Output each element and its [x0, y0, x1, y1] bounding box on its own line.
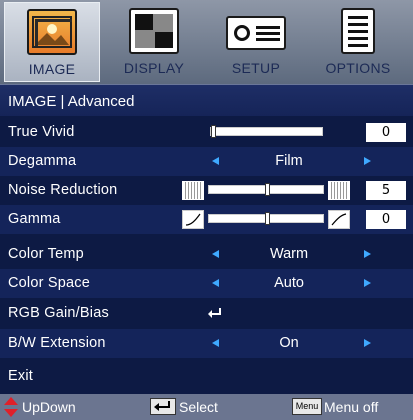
row-noise-reduction[interactable]: Noise Reduction 5: [0, 176, 413, 205]
slider-thumb[interactable]: [265, 183, 270, 196]
row-label: True Vivid: [8, 124, 75, 140]
row-bw-extension[interactable]: B/W Extension On: [0, 329, 413, 358]
right-arrow-icon[interactable]: [364, 157, 371, 165]
row-label: Color Temp: [8, 246, 84, 262]
menu-key-icon: Menu: [292, 398, 322, 415]
slider-thumb[interactable]: [211, 125, 216, 138]
row-label: B/W Extension: [8, 335, 106, 351]
true-vivid-value: 0: [366, 123, 406, 142]
gamma-high-icon: [328, 210, 350, 229]
tab-label: DISPLAY: [123, 60, 185, 76]
row-label: RGB Gain/Bias: [8, 305, 109, 321]
footer-hints: UpDown Select Menu Menu off: [0, 394, 413, 420]
noise-high-icon: [328, 181, 350, 200]
enter-icon[interactable]: [208, 308, 222, 319]
noise-reduction-slider[interactable]: [208, 183, 324, 196]
page-header: IMAGE | Advanced: [0, 84, 413, 116]
exit-label: Exit: [8, 368, 33, 384]
color-space-value: Auto: [274, 275, 304, 291]
tab-label: SETUP: [231, 60, 281, 76]
projector-icon: [226, 16, 286, 50]
display-icon: [129, 8, 179, 54]
row-label: Gamma: [8, 211, 61, 227]
row-label: Noise Reduction: [8, 182, 118, 198]
enter-key-icon: [150, 398, 176, 415]
true-vivid-slider[interactable]: [210, 125, 323, 138]
gamma-value: 0: [366, 210, 406, 229]
select-hint: Select: [179, 399, 218, 415]
right-arrow-icon[interactable]: [364, 250, 371, 258]
tab-image[interactable]: IMAGE: [4, 2, 100, 82]
row-gamma[interactable]: Gamma 0: [0, 205, 413, 234]
row-label: Degamma: [8, 153, 77, 169]
row-true-vivid[interactable]: True Vivid 0: [0, 118, 413, 147]
updown-arrows-icon: [4, 397, 18, 417]
image-icon: [27, 9, 77, 55]
row-exit[interactable]: Exit: [0, 362, 413, 391]
slider-thumb[interactable]: [265, 212, 270, 225]
menu-off-hint: Menu off: [324, 399, 379, 415]
tab-options[interactable]: OPTIONS: [310, 2, 406, 82]
row-label: Color Space: [8, 275, 90, 291]
options-icon: [341, 8, 375, 54]
color-temp-value: Warm: [269, 246, 309, 262]
noise-low-icon: [182, 181, 204, 200]
gamma-low-icon: [182, 210, 204, 229]
right-arrow-icon[interactable]: [364, 279, 371, 287]
right-arrow-icon[interactable]: [364, 339, 371, 347]
tab-label: IMAGE: [28, 61, 76, 77]
tab-label: OPTIONS: [325, 60, 391, 76]
menu-tabs: IMAGE DISPLAY SETUP OPTIONS: [0, 0, 413, 84]
row-color-space[interactable]: Color Space Auto: [0, 269, 413, 298]
tab-display[interactable]: DISPLAY: [106, 2, 202, 82]
bw-extension-value: On: [279, 335, 299, 351]
tab-setup[interactable]: SETUP: [208, 2, 304, 82]
gamma-slider[interactable]: [208, 212, 324, 225]
row-rgb-gain-bias[interactable]: RGB Gain/Bias: [0, 299, 413, 328]
noise-reduction-value: 5: [366, 181, 406, 200]
row-degamma[interactable]: Degamma Film: [0, 147, 413, 176]
updown-hint: UpDown: [22, 399, 76, 415]
degamma-value: Film: [275, 153, 303, 169]
row-color-temp[interactable]: Color Temp Warm: [0, 240, 413, 269]
page-title: IMAGE | Advanced: [8, 93, 135, 110]
